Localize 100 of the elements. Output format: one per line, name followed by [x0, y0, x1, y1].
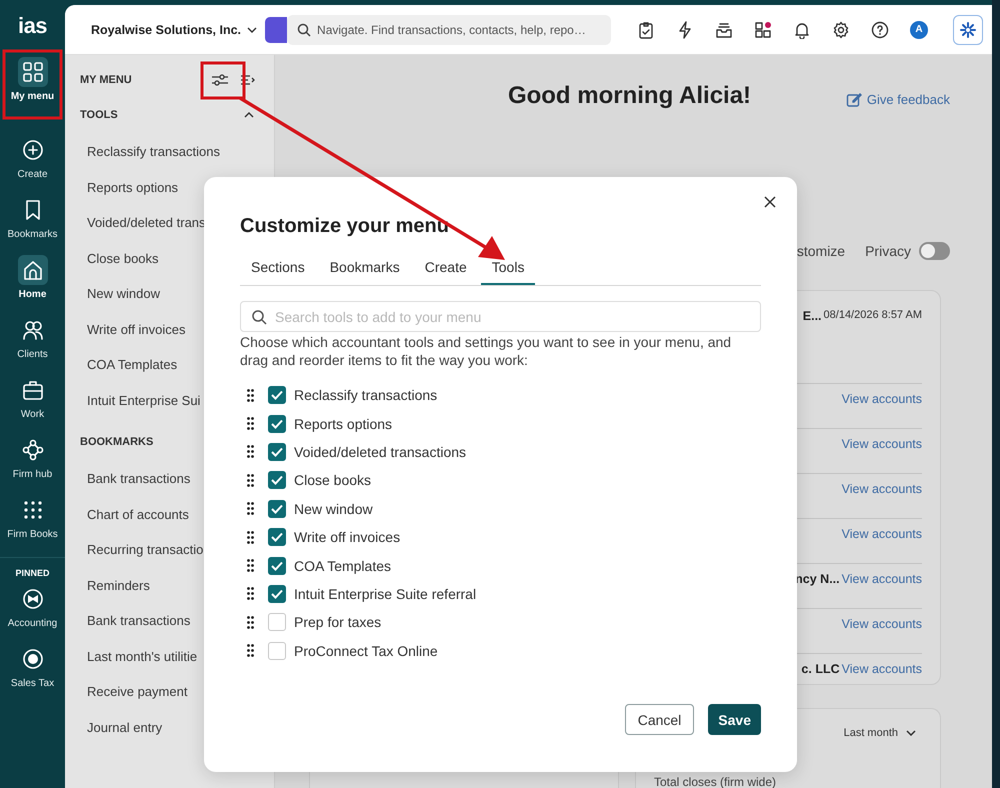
highlight-box [2, 50, 62, 120]
view-accounts-link[interactable]: View accounts [842, 662, 922, 676]
sliders-icon [211, 73, 229, 87]
close-button[interactable] [762, 194, 778, 210]
checkbox[interactable] [268, 500, 286, 518]
timestamp: 08/14/2026 8:57 AM [824, 309, 922, 321]
view-accounts-link[interactable]: View accounts [842, 572, 922, 586]
drag-handle-icon[interactable] [247, 559, 254, 572]
search-icon [297, 22, 312, 36]
menu-item[interactable]: Intuit Enterprise Sui [80, 382, 200, 418]
drag-handle-icon[interactable] [247, 474, 254, 487]
bell-icon [793, 20, 812, 38]
rail-nav-item[interactable]: Work [0, 367, 65, 427]
menu-item[interactable]: Reports options [80, 170, 178, 205]
view-accounts-link[interactable]: View accounts [842, 617, 922, 631]
rail-nav-item[interactable]: Create [0, 127, 65, 187]
rail-nav-item[interactable]: Clients [0, 307, 65, 367]
option-label: New window [294, 500, 373, 517]
help-icon [871, 20, 890, 38]
drag-handle-icon[interactable] [247, 388, 254, 402]
section-heading: BOOKMARKS [80, 436, 154, 448]
menu-item[interactable]: Recurring transactio [80, 532, 204, 568]
checkbox[interactable] [268, 386, 286, 404]
rail-nav-item[interactable]: Accounting [0, 576, 65, 636]
period-dropdown[interactable]: Last month [844, 727, 916, 739]
section-label: PINNED [15, 568, 50, 578]
view-accounts-link[interactable]: View accounts [842, 392, 922, 406]
bowtie-circle-icon [22, 588, 44, 610]
checkbox[interactable] [268, 442, 286, 461]
dots-grid-icon [22, 499, 44, 521]
apps-icon [754, 20, 772, 38]
collapse-list-icon [240, 73, 256, 87]
checkbox[interactable] [268, 556, 286, 575]
checkbox[interactable] [268, 471, 286, 490]
caret-down-icon [247, 26, 258, 32]
rail-nav-item[interactable]: Sales Tax [0, 636, 65, 696]
drag-handle-icon[interactable] [247, 616, 254, 629]
edit-icon [846, 92, 862, 108]
drag-handle-icon[interactable] [247, 445, 254, 458]
dialog-title: Customize your menu [240, 214, 450, 238]
app-button[interactable] [265, 16, 288, 42]
privacy-toggle[interactable] [919, 242, 950, 260]
tab[interactable]: Bookmarks [318, 251, 411, 285]
target-circle-icon [22, 648, 44, 670]
menu-item[interactable]: Reminders [80, 568, 150, 603]
menu-item[interactable]: Receive payment [80, 674, 188, 710]
search-field[interactable]: Navigate. Find transactions, contacts, help, repo… [287, 14, 612, 44]
option-label: Write off invoices [294, 529, 400, 546]
option-label: Prep for taxes [294, 614, 382, 630]
menu-item[interactable]: Voided/deleted trans [80, 205, 206, 240]
rail-nav-item[interactable]: Bookmarks [0, 187, 65, 247]
menu-item[interactable]: Bank transactions [80, 461, 190, 496]
feedback-link[interactable]: Give feedback [846, 92, 950, 108]
option-label: Reclassify transactions [294, 387, 438, 404]
option-label: Intuit Enterprise Suite referral [294, 586, 476, 602]
privacy-label: Privacy [865, 243, 911, 260]
company-dropdown[interactable]: Royalwise Solutions, Inc. [91, 22, 258, 36]
tab[interactable]: Create [414, 251, 478, 285]
company-name: E... [802, 309, 822, 323]
menu-title: MY MENU [80, 74, 133, 86]
menu-item[interactable]: COA Templates [80, 347, 178, 382]
search-icon [251, 309, 267, 325]
inbox-icon [715, 20, 734, 38]
menu-item[interactable]: Chart of accounts [80, 496, 189, 532]
drag-handle-icon[interactable] [247, 587, 254, 600]
option-label: Voided/deleted transactions [294, 444, 466, 460]
view-accounts-link[interactable]: View accounts [842, 527, 922, 541]
plus-circle-icon [22, 139, 44, 161]
menu-item[interactable]: Close books [80, 240, 159, 276]
cancel-button[interactable]: Cancel [624, 704, 694, 735]
rail-nav-item[interactable]: Firm hub [0, 427, 65, 487]
description-text: Choose which accountant tools and settings you want to see in your menu, and drag and reorder items to fit the way you work: [240, 333, 732, 369]
checkbox[interactable] [268, 528, 286, 546]
save-button[interactable]: Save [708, 704, 761, 735]
view-accounts-link[interactable]: View accounts [842, 437, 922, 451]
menu-item[interactable]: Last month's utilitie [80, 638, 198, 674]
checkbox[interactable] [268, 414, 286, 433]
menu-item[interactable]: Reclassify transactions [80, 134, 220, 170]
drag-handle-icon[interactable] [247, 644, 254, 658]
drag-handle-icon[interactable] [247, 502, 254, 516]
drag-handle-icon[interactable] [247, 417, 254, 430]
menu-item[interactable]: Journal entry [80, 710, 162, 745]
option-label: COA Templates [294, 558, 392, 574]
close-icon [764, 196, 776, 208]
customize-label: stomize [796, 243, 846, 260]
tab[interactable]: Sections [240, 251, 316, 285]
rail-nav-item[interactable]: My menu [0, 49, 65, 109]
highlight-box [200, 62, 246, 100]
menu-item[interactable]: Write off invoices [80, 312, 186, 347]
menu-item[interactable]: New window [80, 276, 160, 312]
rail-nav-item[interactable]: Home [0, 247, 65, 307]
menu-item[interactable]: Bank transactions [80, 603, 190, 638]
search-field[interactable]: Search tools to add to your menu [240, 301, 761, 332]
assistant-button[interactable] [953, 14, 984, 44]
view-accounts-link[interactable]: View accounts [842, 482, 922, 496]
option-label: Reports options [294, 416, 392, 432]
checkbox[interactable] [268, 584, 286, 603]
drag-handle-icon[interactable] [247, 530, 254, 544]
rail-nav-item[interactable]: Firm Books [0, 487, 65, 547]
avatar-button[interactable]: A [910, 20, 928, 38]
